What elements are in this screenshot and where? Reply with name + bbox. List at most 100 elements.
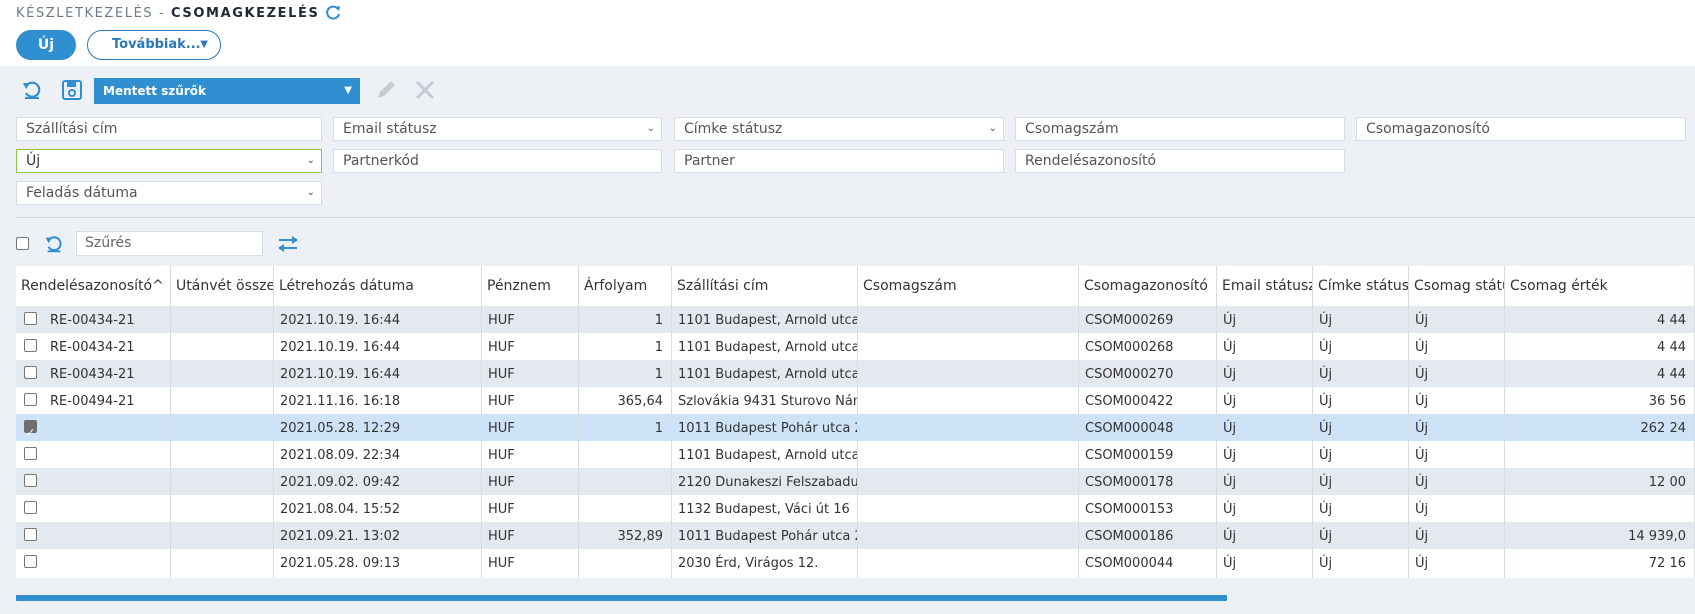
dispatch-date-filter[interactable]: Feladás dátuma ⌄ bbox=[16, 181, 322, 205]
col-rate-header[interactable]: Árfolyam bbox=[579, 266, 672, 306]
page-title: KÉSZLETKEZELÉS - CSOMAGKEZELÉS bbox=[16, 6, 319, 21]
col-currency-cell: HUF bbox=[482, 360, 579, 389]
row-checkbox[interactable] bbox=[24, 501, 37, 514]
partner-filter[interactable]: Partner bbox=[674, 149, 1004, 173]
row-checkbox[interactable] bbox=[24, 474, 37, 487]
col-order-id-header[interactable]: Rendelésazonosító^ bbox=[16, 266, 171, 306]
row-checkbox[interactable] bbox=[24, 366, 37, 379]
swap-icon[interactable] bbox=[276, 233, 300, 255]
col-currency-cell: HUF bbox=[482, 468, 579, 497]
package-number-filter[interactable]: Csomagszám bbox=[1015, 117, 1345, 141]
title-prefix: KÉSZLETKEZELÉS - bbox=[16, 6, 172, 21]
col-package-status-cell: Új bbox=[1409, 306, 1505, 335]
table-row[interactable]: RE-00434-21 2021.10.19. 16:44 HUF 1 1101 Bud… bbox=[16, 306, 1695, 335]
col-package-number-header[interactable]: Csomagszám bbox=[858, 266, 1079, 306]
shipping-address-filter[interactable]: Szállítási cím bbox=[16, 117, 322, 141]
table-row[interactable]: RE-00434-21 2021.10.19. 16:44 HUF 1 1101 Bud… bbox=[16, 360, 1695, 389]
col-package-id-header[interactable]: Csomagazonosító bbox=[1079, 266, 1217, 306]
table-row[interactable]: 2021.08.09. 22:34 HUF 1101 Budapest, Arnol… bbox=[16, 441, 1695, 470]
new-button[interactable]: Új bbox=[16, 30, 76, 60]
col-created-date-header[interactable]: Létrehozás dátuma bbox=[274, 266, 482, 306]
col-package-number-cell bbox=[858, 414, 1079, 443]
col-package-id-cell: CSOM000422 bbox=[1079, 387, 1217, 416]
col-package-number-cell bbox=[858, 495, 1079, 524]
col-created-date-cell: 2021.05.28. 09:13 bbox=[274, 549, 482, 578]
col-package-status-cell: Új bbox=[1409, 441, 1505, 470]
partner-code-filter[interactable]: Partnerkód bbox=[333, 149, 662, 173]
chevron-down-icon: ⌄ bbox=[988, 123, 997, 134]
col-label-status-cell: Új bbox=[1313, 549, 1409, 578]
table-row[interactable]: 2021.09.21. 13:02 HUF 352,89 1011 Budapest … bbox=[16, 522, 1695, 551]
col-package-status-header[interactable]: Csomag státusz bbox=[1409, 266, 1505, 306]
col-label-status-cell: Új bbox=[1313, 333, 1409, 362]
more-button[interactable]: Továbbiak... ▼ bbox=[87, 30, 221, 60]
row-checkbox[interactable] bbox=[24, 312, 37, 325]
label-status-filter[interactable]: Címke státusz ⌄ bbox=[674, 117, 1004, 141]
horizontal-scrollbar[interactable] bbox=[16, 595, 1227, 601]
col-label-status-cell: Új bbox=[1313, 495, 1409, 524]
col-package-value-header[interactable]: Csomag érték bbox=[1505, 266, 1695, 306]
col-cod-amount-cell bbox=[171, 522, 274, 551]
col-email-status-header[interactable]: Email státusz bbox=[1217, 266, 1313, 306]
row-checkbox[interactable] bbox=[24, 418, 37, 443]
col-cod-amount-cell bbox=[171, 549, 274, 578]
table-row[interactable]: 2021.08.04. 15:52 HUF 1132 Budapest, Váci … bbox=[16, 495, 1695, 524]
status-filter[interactable]: Új ⌄ bbox=[16, 149, 322, 173]
table-row[interactable]: 2021.05.28. 12:29HUF11011 Budapest Pohár… bbox=[16, 414, 1695, 443]
order-id-filter[interactable]: Rendelésazonosító bbox=[1015, 149, 1345, 173]
col-package-value-cell: 14 939,0 bbox=[1505, 522, 1695, 551]
row-checkbox[interactable] bbox=[24, 555, 37, 568]
col-package-value-cell bbox=[1505, 495, 1695, 524]
table-row[interactable]: 2021.09.02. 09:42 HUF 2120 Dunakeszi Felsz… bbox=[16, 468, 1695, 497]
col-label-status-cell: Új bbox=[1313, 468, 1409, 497]
order-id-text: RE-00434-21 bbox=[50, 367, 135, 382]
col-shipping-address-cell: 1101 Budapest, Arnold utca 25 bbox=[672, 441, 858, 470]
col-label-status-header[interactable]: Címke státusz bbox=[1313, 266, 1409, 306]
email-status-filter[interactable]: Email státusz ⌄ bbox=[333, 117, 662, 141]
pencil-icon[interactable] bbox=[374, 78, 398, 102]
row-checkbox[interactable] bbox=[24, 339, 37, 352]
search-input[interactable]: Szűrés bbox=[76, 231, 263, 256]
col-package-status-cell: Új bbox=[1409, 549, 1505, 578]
select-all-checkbox[interactable] bbox=[16, 237, 29, 250]
package-id-filter[interactable]: Csomagazonosító bbox=[1356, 117, 1686, 141]
col-package-status-cell: Új bbox=[1409, 360, 1505, 389]
col-package-id-cell: CSOM000270 bbox=[1079, 360, 1217, 389]
col-order-id-cell bbox=[16, 441, 171, 470]
table-row[interactable]: RE-00494-21 2021.11.16. 16:18 HUF 365,64 Szl… bbox=[16, 387, 1695, 416]
table-row[interactable]: RE-00434-21 2021.10.19. 16:44 HUF 1 1101 Bud… bbox=[16, 333, 1695, 362]
col-email-status-cell: Új bbox=[1217, 468, 1313, 497]
col-cod-amount-cell bbox=[171, 333, 274, 362]
col-shipping-address-header[interactable]: Szállítási cím bbox=[672, 266, 858, 306]
col-package-status-cell: Új bbox=[1409, 333, 1505, 362]
col-currency-cell: HUF bbox=[482, 441, 579, 470]
table-row[interactable]: 2021.05.28. 09:13 HUF 2030 Érd, Virágos 12… bbox=[16, 549, 1695, 578]
col-rate-cell: 365,64 bbox=[579, 387, 672, 416]
col-order-id-cell bbox=[16, 495, 171, 524]
col-package-value-cell: 72 16 bbox=[1505, 549, 1695, 578]
col-package-id-cell: CSOM000268 bbox=[1079, 333, 1217, 362]
col-cod-amount-cell bbox=[171, 306, 274, 335]
col-currency-header[interactable]: Pénznem bbox=[482, 266, 579, 306]
col-shipping-address-cell: Szlovákia 9431 Sturovo Nám, St bbox=[672, 387, 858, 416]
undo-icon[interactable] bbox=[20, 78, 44, 102]
col-package-id-cell: CSOM000186 bbox=[1079, 522, 1217, 551]
col-order-id-cell bbox=[16, 549, 171, 578]
col-shipping-address-cell: 2120 Dunakeszi Felszabadulás u bbox=[672, 468, 858, 497]
row-checkbox[interactable] bbox=[24, 393, 37, 406]
chevron-down-icon: ⌄ bbox=[646, 123, 655, 134]
close-icon[interactable] bbox=[413, 78, 437, 102]
undo-icon[interactable] bbox=[43, 233, 65, 255]
saved-filters-select[interactable]: Mentett szűrők ▼ bbox=[94, 78, 360, 104]
col-shipping-address-cell: 1101 Budapest, Arnold utca 25 bbox=[672, 306, 858, 335]
row-checkbox[interactable] bbox=[24, 528, 37, 541]
col-shipping-address-cell: 1101 Budapest, Arnold utca 25 bbox=[672, 333, 858, 362]
refresh-icon[interactable] bbox=[324, 4, 342, 22]
row-checkbox[interactable] bbox=[24, 447, 37, 460]
save-icon[interactable] bbox=[60, 78, 84, 102]
col-email-status-cell: Új bbox=[1217, 360, 1313, 389]
col-email-status-cell: Új bbox=[1217, 414, 1313, 443]
col-cod-amount-header[interactable]: Utánvét összeg bbox=[171, 266, 274, 306]
col-package-number-cell bbox=[858, 468, 1079, 497]
col-label-status-cell: Új bbox=[1313, 522, 1409, 551]
